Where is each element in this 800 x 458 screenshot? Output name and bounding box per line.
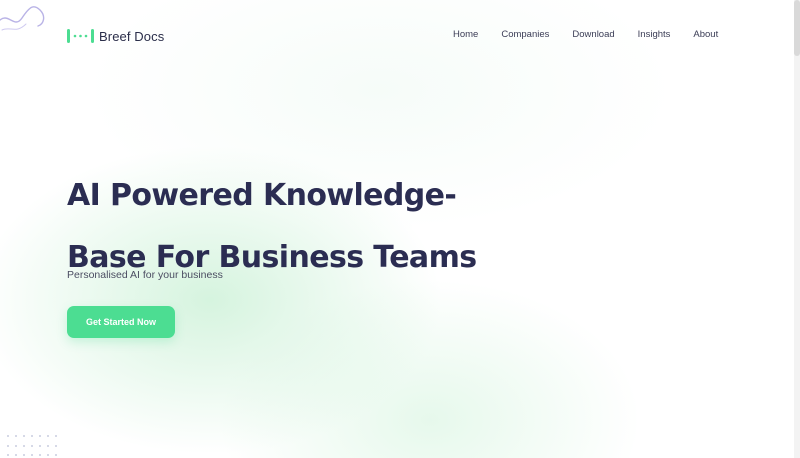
hero-subtitle: Personalised AI for your business (67, 269, 223, 281)
scrollbar-thumb[interactable] (794, 0, 800, 56)
nav-insights-link[interactable]: Insights (638, 29, 671, 43)
hero-title-line-1: AI Powered Knowledge- (67, 178, 457, 213)
landing-page: Breef Docs Home Companies Download Insig… (0, 0, 800, 458)
nav-about-link[interactable]: About (693, 29, 718, 43)
nav-home-link[interactable]: Home (453, 29, 478, 43)
brand-name: Breef Docs (99, 28, 165, 44)
brand-logo[interactable]: Breef Docs (67, 26, 164, 46)
decorative-dot-grid-icon (7, 435, 57, 456)
nav-companies-link[interactable]: Companies (501, 29, 549, 43)
get-started-button[interactable]: Get Started Now (67, 306, 175, 338)
nav-download-link[interactable]: Download (572, 29, 614, 43)
document-bracket-dots-icon (67, 29, 94, 43)
top-navigation: Home Companies Download Insights About (453, 29, 718, 43)
decorative-squiggle-icon (0, 6, 45, 31)
page-scrollbar[interactable] (794, 0, 800, 458)
